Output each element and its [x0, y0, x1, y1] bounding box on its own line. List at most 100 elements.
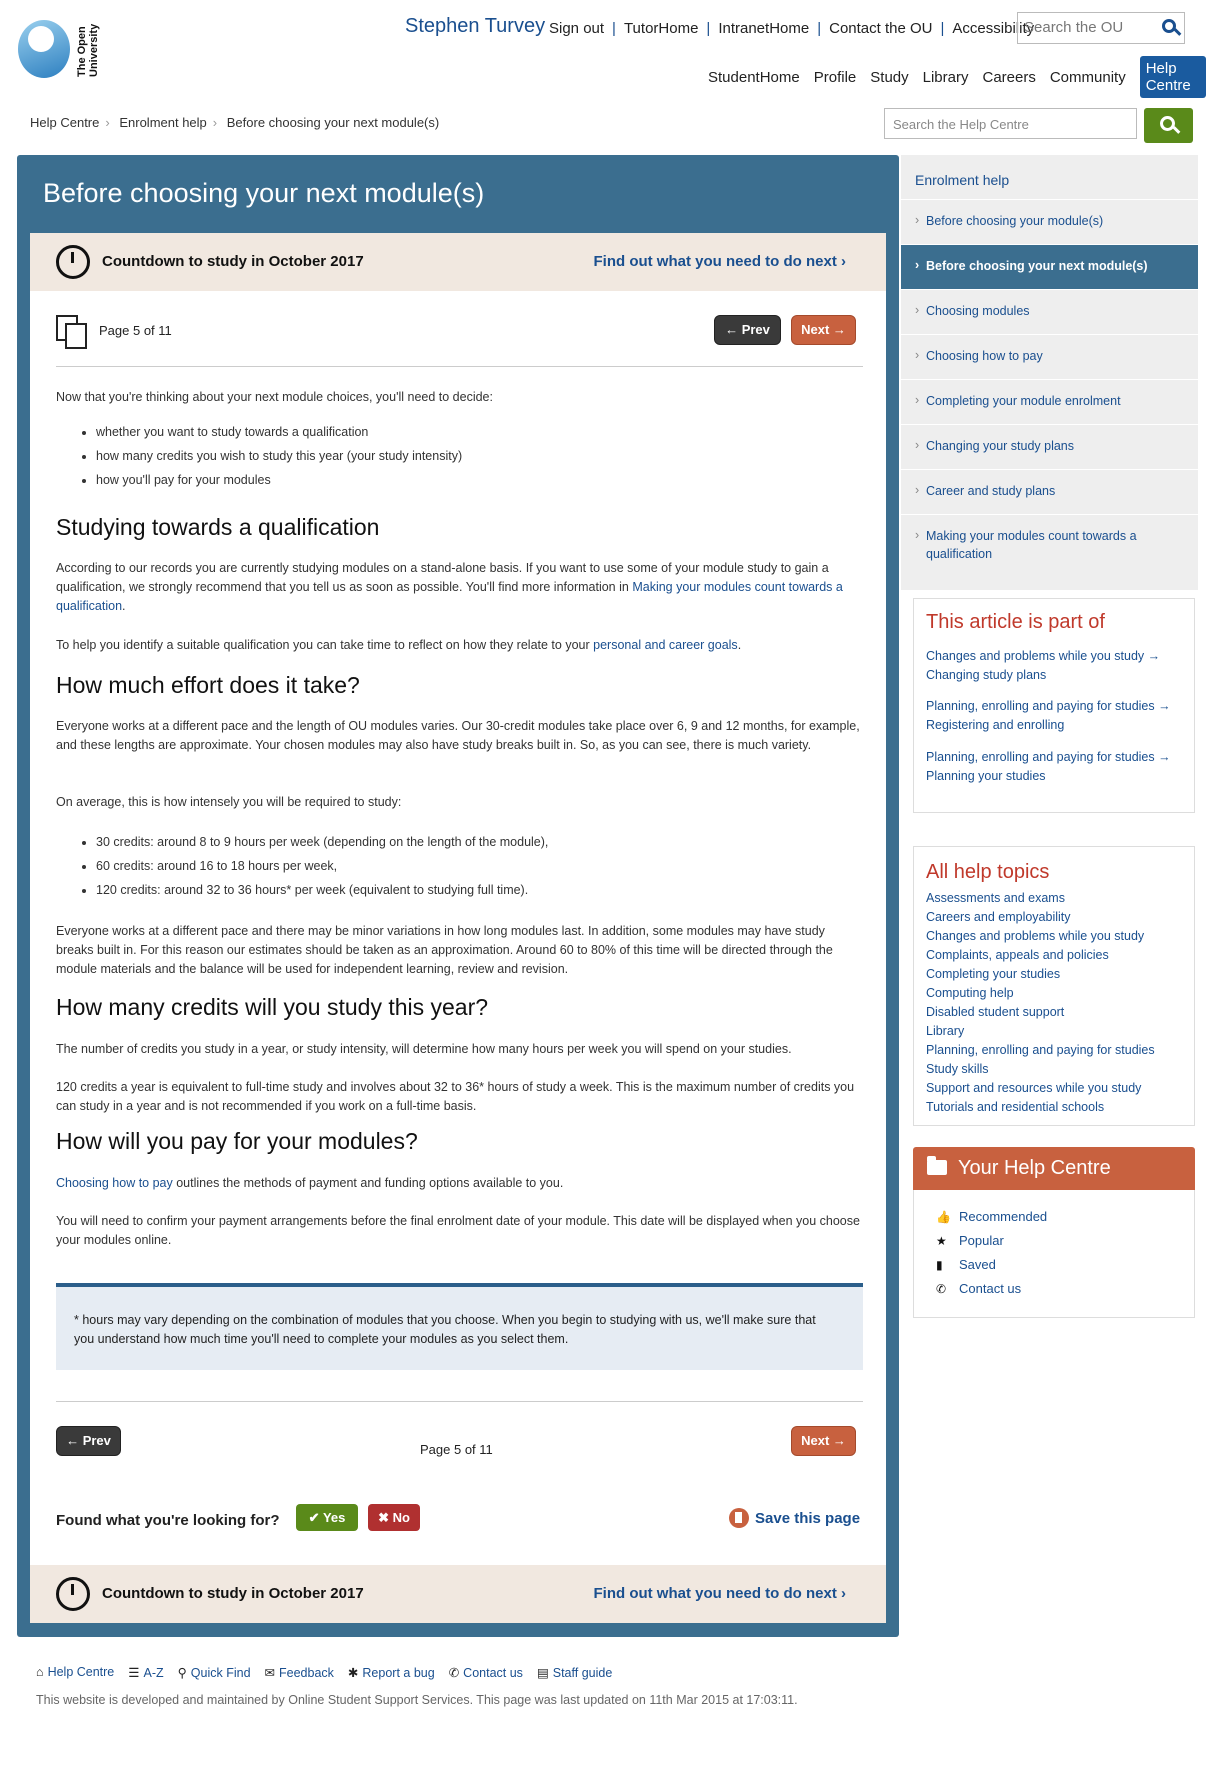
- countdown-next-link[interactable]: Find out what you need to do next ›: [594, 253, 847, 270]
- sidebar-nav: Enrolment help Before choosing your modu…: [901, 155, 1198, 590]
- search-icon[interactable]: [1162, 19, 1176, 33]
- all-topics-box: All help topics Assessments and exams Ca…: [913, 846, 1195, 1126]
- footer-a-z[interactable]: ☰ A-Z: [128, 1665, 163, 1680]
- yes-button[interactable]: ✔ Yes: [296, 1504, 358, 1531]
- yhc-saved[interactable]: Saved: [959, 1257, 996, 1272]
- help-centre-search-input[interactable]: Search the Help Centre: [884, 108, 1137, 139]
- career-goals-link[interactable]: personal and career goals: [593, 638, 738, 652]
- footer-contact-us[interactable]: ✆ Contact us: [449, 1665, 523, 1680]
- footer-report-bug[interactable]: ✱ Report a bug: [348, 1665, 435, 1680]
- footer-help-centre[interactable]: ⌂ Help Centre: [36, 1665, 114, 1680]
- topic-link[interactable]: Assessments and exams: [926, 889, 1191, 908]
- part-of-title: This article is part of: [926, 611, 1105, 633]
- countdown-banner-top: Countdown to study in October 2017 Find …: [30, 233, 886, 291]
- ou-shield-icon: [18, 20, 70, 78]
- list-item: whether you want to study towards a qual…: [96, 420, 462, 444]
- topic-link[interactable]: Complaints, appeals and policies: [926, 946, 1191, 965]
- footer-staff-guide[interactable]: ▤ Staff guide: [537, 1665, 612, 1680]
- user-name[interactable]: Stephen Turvey: [405, 15, 545, 38]
- check-icon: ✔: [308, 1510, 320, 1525]
- topic-link[interactable]: Computing help: [926, 984, 1191, 1003]
- tutorhome-link[interactable]: TutorHome: [624, 20, 698, 37]
- heading-qualification: Studying towards a qualification: [56, 514, 380, 540]
- ou-search-input[interactable]: Search the OU: [1017, 12, 1185, 44]
- cross-icon: ✖: [378, 1510, 389, 1525]
- logo-text: The Open University: [76, 23, 100, 77]
- chevron-right-icon: ›: [212, 115, 218, 130]
- nav-careers[interactable]: Careers: [982, 69, 1035, 86]
- yhc-contact-us[interactable]: Contact us: [959, 1281, 1021, 1296]
- save-page-link[interactable]: Save this page: [755, 1510, 860, 1527]
- effort-list: 30 credits: around 8 to 9 hours per week…: [56, 830, 548, 902]
- sidebar-item-modules-count[interactable]: Making your modules count towards a qual…: [901, 514, 1198, 590]
- topic-link[interactable]: Careers and employability: [926, 908, 1191, 927]
- no-button[interactable]: ✖ No: [368, 1504, 420, 1531]
- bookmark-icon[interactable]: [729, 1508, 749, 1528]
- topic-link[interactable]: Library: [926, 1022, 1191, 1041]
- intranethome-link[interactable]: IntranetHome: [718, 20, 809, 37]
- part-of-link-2[interactable]: Planning, enrolling and paying for studi…: [926, 697, 1181, 735]
- bug-icon: ✱: [347, 1666, 359, 1680]
- effort-paragraph-3: Everyone works at a different pace and t…: [56, 924, 833, 976]
- breadcrumb-help-centre[interactable]: Help Centre: [30, 115, 99, 130]
- sidebar-item-choosing-how-to-pay[interactable]: Choosing how to pay: [901, 334, 1198, 379]
- ou-logo[interactable]: The Open University: [18, 15, 104, 81]
- countdown-next-link[interactable]: Find out what you need to do next ›: [594, 1585, 847, 1602]
- topic-link[interactable]: Completing your studies: [926, 965, 1191, 984]
- your-help-centre-header: Your Help Centre: [913, 1147, 1195, 1190]
- list-item: 60 credits: around 16 to 18 hours per we…: [96, 854, 548, 878]
- choosing-how-to-pay-link[interactable]: Choosing how to pay: [56, 1176, 173, 1190]
- decide-list: whether you want to study towards a qual…: [56, 420, 462, 492]
- help-centre-search-button[interactable]: [1144, 108, 1193, 143]
- nav-profile[interactable]: Profile: [814, 69, 857, 86]
- sidebar-item-choosing-modules[interactable]: Choosing modules: [901, 289, 1198, 334]
- sidebar-heading[interactable]: Enrolment help: [915, 172, 1009, 188]
- next-button-bottom[interactable]: Next →: [791, 1426, 856, 1456]
- yhc-recommended[interactable]: Recommended: [959, 1209, 1047, 1224]
- yhc-popular[interactable]: Popular: [959, 1233, 1004, 1248]
- book-icon: ▤: [536, 1666, 549, 1680]
- topics-list: Assessments and exams Careers and employ…: [926, 889, 1191, 1117]
- nav-community[interactable]: Community: [1050, 69, 1126, 86]
- next-button[interactable]: Next →: [791, 315, 856, 345]
- sidebar-item-before-choosing[interactable]: Before choosing your module(s): [901, 199, 1198, 244]
- nav-study[interactable]: Study: [870, 69, 908, 86]
- nav-studenthome[interactable]: StudentHome: [708, 69, 800, 86]
- nav-library[interactable]: Library: [923, 69, 969, 86]
- topic-link[interactable]: Tutorials and residential schools: [926, 1098, 1191, 1117]
- folder-open-icon: [927, 1156, 947, 1175]
- effort-paragraph-1: Everyone works at a different pace and t…: [56, 719, 860, 752]
- ou-search-placeholder: Search the OU: [1024, 19, 1124, 36]
- footer-feedback[interactable]: ✉ Feedback: [265, 1665, 334, 1680]
- sidebar-item-career-study-plans[interactable]: Career and study plans: [901, 469, 1198, 514]
- topic-link[interactable]: Planning, enrolling and paying for studi…: [926, 1041, 1191, 1060]
- part-of-link-1[interactable]: Changes and problems while you study → C…: [926, 647, 1181, 685]
- footer-quick-find[interactable]: ⚲ Quick Find: [178, 1665, 251, 1680]
- prev-button-bottom[interactable]: ← Prev: [56, 1426, 121, 1456]
- effort-paragraph-2: On average, this is how intensely you wi…: [56, 795, 402, 809]
- breadcrumb-enrolment-help[interactable]: Enrolment help: [119, 115, 206, 130]
- list-item: 30 credits: around 8 to 9 hours per week…: [96, 830, 548, 854]
- sidebar-item-before-choosing-next[interactable]: Before choosing your next module(s): [901, 244, 1198, 289]
- topic-link[interactable]: Study skills: [926, 1060, 1191, 1079]
- part-of-link-3[interactable]: Planning, enrolling and paying for studi…: [926, 748, 1181, 786]
- nav-help-centre[interactable]: Help Centre: [1139, 56, 1206, 98]
- pay-paragraph-2: You will need to confirm your payment ar…: [56, 1214, 860, 1247]
- sidebar-item-changing-plans[interactable]: Changing your study plans: [901, 424, 1198, 469]
- topic-link[interactable]: Changes and problems while you study: [926, 927, 1191, 946]
- your-help-centre-title: Your Help Centre: [958, 1157, 1111, 1179]
- topic-link[interactable]: Disabled student support: [926, 1003, 1191, 1022]
- heading-credits: How many credits will you study this yea…: [56, 994, 489, 1020]
- sign-out-link[interactable]: Sign out: [549, 20, 604, 37]
- prev-button[interactable]: ← Prev: [714, 315, 781, 345]
- sidebar-item-completing-enrolment[interactable]: Completing your module enrolment: [901, 379, 1198, 424]
- contact-ou-link[interactable]: Contact the OU: [829, 20, 932, 37]
- thumbs-up-icon: 👍: [936, 1210, 951, 1224]
- search-icon: [1160, 116, 1175, 131]
- list-item: how many credits you wish to study this …: [96, 444, 462, 468]
- top-links: Sign out | TutorHome | IntranetHome | Conta…: [549, 20, 1035, 37]
- list-item: 120 credits: around 32 to 36 hours* per …: [96, 878, 548, 902]
- heading-pay: How will you pay for your modules?: [56, 1128, 418, 1154]
- envelope-icon: ✉: [264, 1666, 276, 1680]
- topic-link[interactable]: Support and resources while you study: [926, 1079, 1191, 1098]
